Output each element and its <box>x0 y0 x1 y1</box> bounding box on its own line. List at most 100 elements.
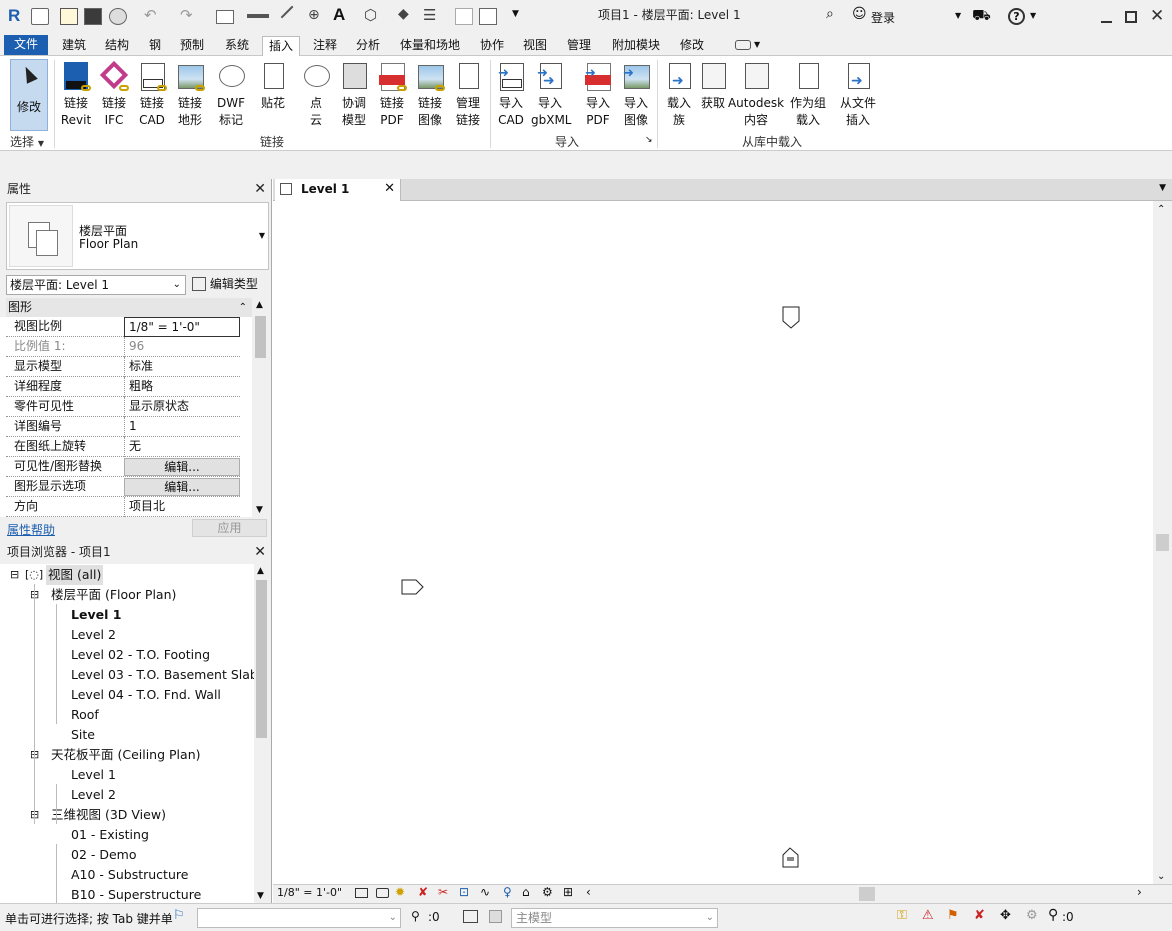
sync-icon[interactable] <box>109 8 127 25</box>
login-dropdown-icon[interactable]: ▼ <box>955 11 961 20</box>
autodesk-content-button[interactable]: Autodesk 内容 <box>726 59 786 129</box>
property-value[interactable]: 1 <box>124 417 240 437</box>
close-hidden-icon[interactable] <box>455 8 473 25</box>
redo-icon[interactable]: ↷ <box>180 6 193 24</box>
load-family-button[interactable]: ➜ 载入族 <box>660 59 698 129</box>
type-selector[interactable]: 楼层平面 Floor Plan ▼ <box>6 202 269 270</box>
show-crop-icon[interactable]: ⊡ <box>459 885 469 899</box>
tab-add-ins[interactable]: 附加模块 <box>606 36 666 56</box>
ribbon-toggle-dropdown-icon[interactable]: ▼ <box>754 40 760 49</box>
browser-view-item[interactable]: Level 2 <box>71 785 116 805</box>
filter-icon[interactable]: ⚲ <box>1048 907 1058 923</box>
worksharing-icon[interactable]: ⚙ <box>542 885 553 899</box>
graphics-section-header[interactable]: 图形 ⌃ <box>6 298 252 317</box>
text-icon[interactable]: A <box>333 5 345 25</box>
view-tab-level-1[interactable]: Level 1 ✕ <box>275 179 401 201</box>
dimension-icon[interactable] <box>280 5 304 29</box>
coordination-model-button[interactable]: 协调 模型 <box>335 59 373 129</box>
select-panel-label[interactable]: 选择 ▼ <box>10 133 44 150</box>
tab-analyze[interactable]: 分析 <box>350 36 386 56</box>
close-view-tab-icon[interactable]: ✕ <box>384 181 395 196</box>
select-links-icon[interactable]: ⚿ <box>897 908 907 923</box>
property-value[interactable]: 无 <box>124 437 240 457</box>
measure-icon[interactable] <box>247 14 269 18</box>
login-label[interactable]: 登录 <box>871 9 895 26</box>
import-pdf-button[interactable]: ➜ 导入 PDF <box>579 59 617 129</box>
home-icon[interactable] <box>31 8 49 25</box>
elevation-marker-south[interactable] <box>782 847 799 868</box>
property-value[interactable]: 显示原状态 <box>124 397 240 417</box>
browser-view-item[interactable]: Level 04 - T.O. Fnd. Wall <box>71 685 221 705</box>
close-properties-icon[interactable]: ✕ <box>254 179 266 199</box>
ribbon-display-toggle-icon[interactable] <box>735 40 751 50</box>
type-dropdown-icon[interactable]: ▼ <box>259 231 265 240</box>
switch-windows-icon[interactable] <box>479 8 497 25</box>
canvas-vertical-scrollbar[interactable]: ⌃ ⌄ <box>1153 201 1172 884</box>
temporary-hide-icon[interactable]: ♀ <box>503 885 512 899</box>
view-scale-control[interactable]: 1/8" = 1'-0" <box>277 886 342 899</box>
import-gbxml-button[interactable]: ➜ ➜ 导入 gbXML <box>531 59 572 129</box>
undo-icon[interactable]: ↶ <box>144 6 157 24</box>
browser-view-item[interactable]: Level 2 <box>71 625 116 645</box>
browser-category-item[interactable]: 楼层平面 (Floor Plan) <box>51 585 176 605</box>
elevation-marker-north[interactable] <box>782 306 800 329</box>
shadows-icon[interactable]: ✘ <box>418 885 428 899</box>
design-option-icon[interactable] <box>489 910 502 923</box>
horizontal-scroll-thumb[interactable] <box>859 887 875 901</box>
unlocked-3d-icon[interactable]: ∿ <box>480 885 490 899</box>
selection-filter-icon[interactable]: ⚲ <box>411 909 420 923</box>
point-cloud-button[interactable]: 点云 <box>297 59 335 129</box>
dwf-markup-button[interactable]: DWF 标记 <box>212 59 250 129</box>
insert-from-file-button[interactable]: ➜ 从文件 插入 <box>836 59 880 129</box>
help-dropdown-icon[interactable]: ▼ <box>1030 11 1036 20</box>
tab-manage[interactable]: 管理 <box>561 36 597 56</box>
edit-type-button[interactable]: 编辑类型 <box>192 275 258 295</box>
reveal-hidden-icon[interactable]: ⌂ <box>522 885 530 899</box>
browser-view-item[interactable]: Level 02 - T.O. Footing <box>71 645 210 665</box>
browser-view-item[interactable]: B10 - Superstructure <box>71 885 201 903</box>
sun-path-icon[interactable]: ✹ <box>395 885 405 899</box>
browser-view-item[interactable]: Level 1 <box>71 765 116 785</box>
tab-modify[interactable]: 修改 <box>674 36 710 56</box>
view-tabs-menu-icon[interactable]: ▼ <box>1159 183 1166 193</box>
close-window-button[interactable]: ✕ <box>1150 6 1164 26</box>
design-option-combo[interactable]: 主模型 ⌄ <box>511 908 718 928</box>
tab-systems[interactable]: 系统 <box>219 36 255 56</box>
editable-only-icon[interactable] <box>463 910 478 923</box>
import-image-button[interactable]: ➜ 导入 图像 <box>617 59 655 129</box>
section-icon[interactable]: ◆ <box>398 6 409 22</box>
pdf-link-button[interactable]: 链接 PDF <box>373 59 411 129</box>
tab-architecture[interactable]: 建筑 <box>56 36 92 56</box>
browser-view-item[interactable]: Level 03 - T.O. Basement Slab <box>71 665 254 685</box>
search-icon[interactable]: ⌕ <box>826 6 834 22</box>
import-panel-launcher-icon[interactable]: ↘ <box>645 135 653 145</box>
cart-icon[interactable]: ⛟ <box>972 6 991 26</box>
tab-file[interactable]: 文件 <box>4 35 48 55</box>
manage-links-button[interactable]: 管理 链接 <box>449 59 487 129</box>
elevation-marker-west[interactable] <box>401 579 424 595</box>
user-icon[interactable]: ☺ <box>852 6 867 22</box>
open-icon[interactable] <box>60 8 78 25</box>
tab-steel[interactable]: 钢 <box>143 36 167 56</box>
browser-view-item[interactable]: Level 1 <box>71 605 121 625</box>
tab-massing-site[interactable]: 体量和场地 <box>394 36 466 56</box>
minimize-button[interactable] <box>1101 21 1112 23</box>
browser-category-item[interactable]: 天花板平面 (Ceiling Plan) <box>51 745 201 765</box>
properties-help-link[interactable]: 属性帮助 <box>7 521 55 538</box>
property-edit-button[interactable]: 编辑... <box>124 478 240 496</box>
property-value[interactable]: 标准 <box>124 357 240 377</box>
tab-annotate[interactable]: 注释 <box>307 36 343 56</box>
select-underlay-icon[interactable]: ⚠ <box>922 908 934 923</box>
maximize-button[interactable] <box>1125 11 1137 23</box>
workset-combo[interactable]: ⌄ <box>197 908 401 928</box>
browser-view-item[interactable]: Roof <box>71 705 99 725</box>
tab-view[interactable]: 视图 <box>517 36 553 56</box>
close-browser-icon[interactable]: ✕ <box>254 542 266 562</box>
print-icon[interactable] <box>216 10 234 24</box>
save-icon[interactable] <box>84 8 102 25</box>
browser-view-item[interactable]: 02 - Demo <box>71 845 137 865</box>
customize-dropdown-icon[interactable]: ▼ <box>512 9 519 19</box>
drawing-canvas[interactable] <box>273 201 1153 884</box>
browser-category-item[interactable]: 视图 (all) <box>46 565 104 585</box>
ifc-link-button[interactable]: 链接 IFC <box>95 59 133 129</box>
